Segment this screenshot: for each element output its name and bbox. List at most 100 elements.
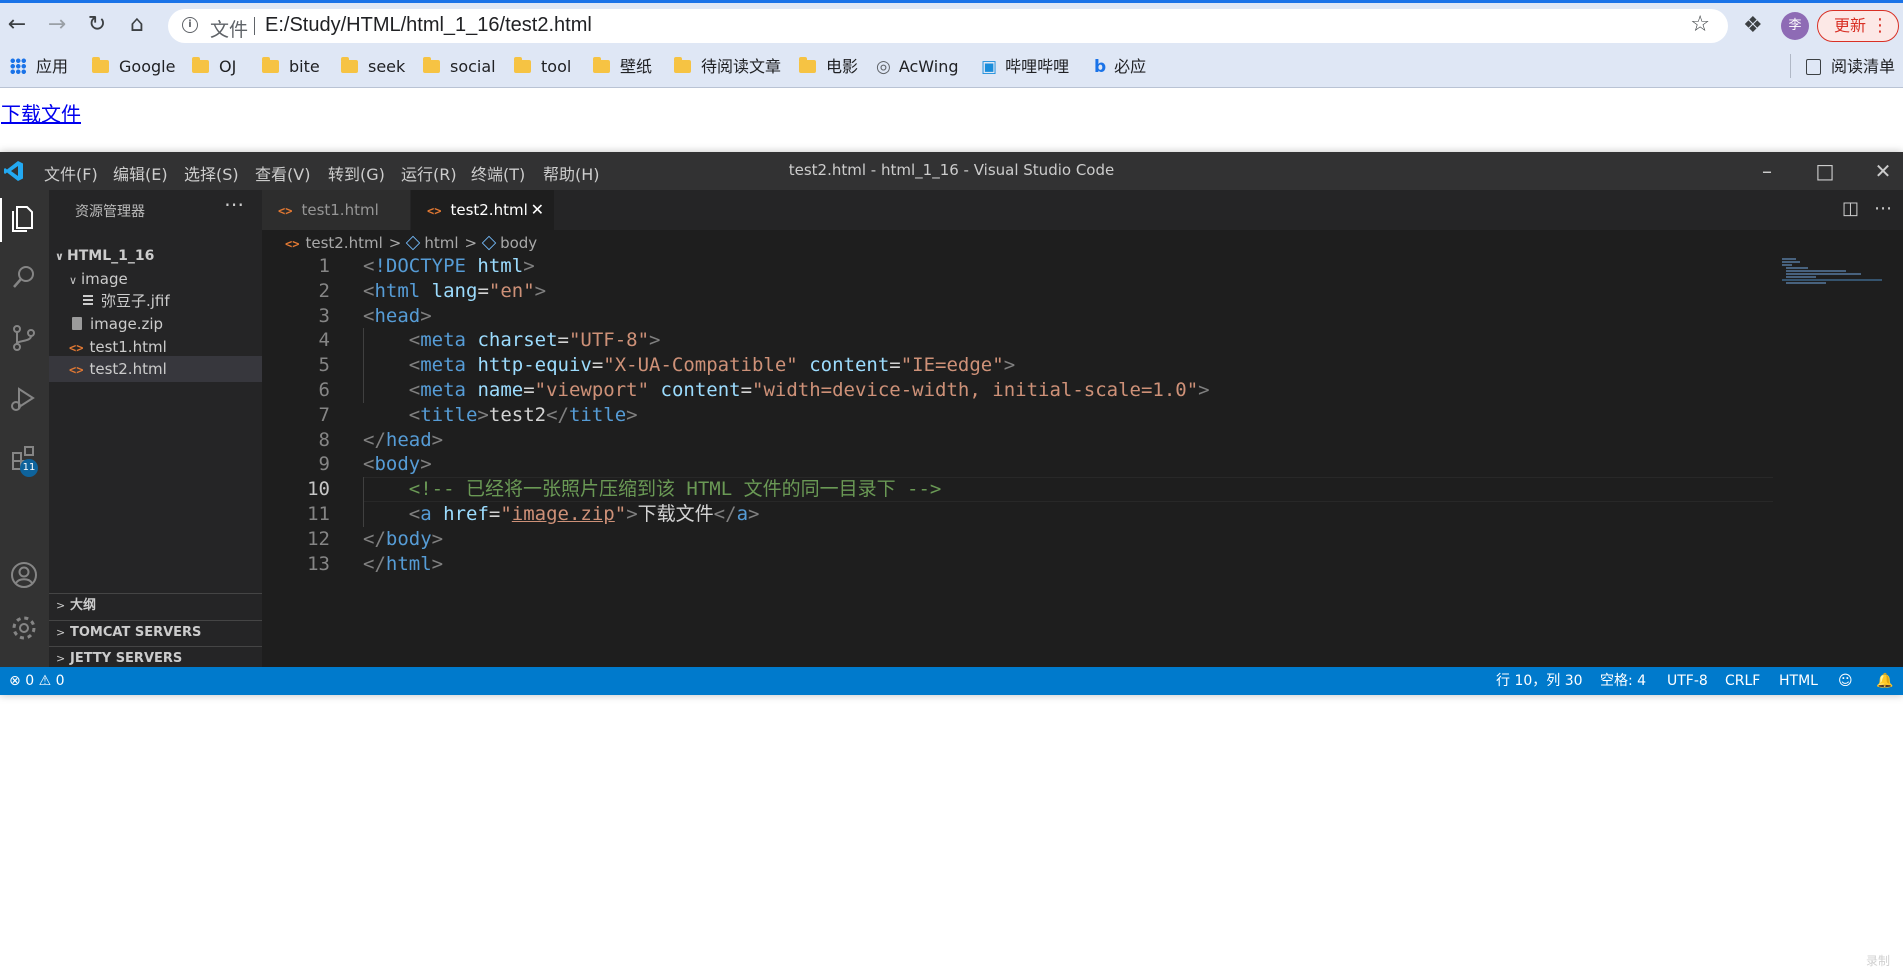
editor-more-icon[interactable]: ⋯ — [1874, 198, 1892, 219]
bookmark-label: tool — [541, 57, 572, 76]
menu-edit[interactable]: 编辑(E) — [113, 161, 168, 185]
problems-indicator[interactable]: ⊗ 0 ⚠ 0 — [9, 667, 65, 695]
site-info-icon[interactable]: i — [182, 17, 198, 33]
menu-terminal[interactable]: 终端(T) — [471, 161, 525, 185]
chevron-right-icon: > — [56, 599, 66, 612]
cursor-position[interactable]: 行 10，列 30 — [1496, 667, 1583, 695]
bookmark-wallpaper[interactable]: 壁纸 — [593, 54, 652, 80]
menu-go[interactable]: 转到(G) — [328, 161, 385, 185]
bookmark-google[interactable]: Google — [92, 54, 175, 80]
bookmark-seek[interactable]: seek — [341, 54, 405, 80]
download-file-link[interactable]: 下载文件 — [1, 98, 81, 127]
minimap[interactable] — [1782, 258, 1882, 288]
code-editor[interactable]: 1 <!DOCTYPE html> 2 <html lang="en"> 3 <hea… — [262, 254, 1903, 667]
explorer-title: 资源管理器 — [75, 204, 145, 220]
bookmark-label: seek — [368, 57, 406, 76]
profile-avatar[interactable]: 李 — [1781, 12, 1809, 40]
chevron-right-icon: > — [56, 626, 66, 639]
code-line: 1 <!DOCTYPE html> — [262, 254, 1762, 279]
menu-run[interactable]: 运行(R) — [401, 161, 457, 185]
home-icon[interactable]: ⌂ — [124, 12, 150, 38]
settings-gear-icon[interactable] — [6, 610, 42, 646]
update-button[interactable]: 更新 ⋮ — [1817, 10, 1899, 42]
reload-icon[interactable]: ↻ — [84, 12, 110, 38]
code-link-token[interactable]: image.zip — [512, 503, 615, 525]
line-number: 5 — [318, 354, 330, 376]
bookmark-apps[interactable]: 应用 — [10, 54, 68, 80]
section-jetty[interactable]: > JETTY SERVERS — [49, 646, 262, 667]
bookmark-oj[interactable]: OJ — [192, 54, 236, 80]
reading-list-button[interactable]: 阅读清单 — [1806, 54, 1895, 80]
accounts-icon[interactable] — [6, 557, 42, 593]
menu-selection[interactable]: 选择(S) — [184, 161, 239, 185]
folder-root-label: HTML_1_16 — [67, 248, 155, 264]
forward-arrow-icon[interactable]: → — [44, 12, 70, 38]
error-icon: ⊗ — [9, 673, 21, 689]
code-token: content — [809, 354, 890, 376]
code-line-current: 10 <!-- 已经将一张照片压缩到该 HTML 文件的同一目录下 --> — [262, 477, 1762, 502]
source-control-icon[interactable] — [6, 320, 42, 356]
code-token: !DOCTYPE — [374, 255, 466, 277]
more-actions-icon[interactable]: ⋯ — [224, 192, 245, 216]
line-number: 6 — [318, 379, 330, 401]
menu-help[interactable]: 帮助(H) — [543, 161, 600, 185]
line-endings[interactable]: CRLF — [1725, 667, 1760, 695]
split-editor-icon[interactable]: ◫ — [1842, 198, 1859, 219]
indentation[interactable]: 空格: 4 — [1600, 667, 1646, 695]
address-url[interactable]: E:/Study/HTML/html_1_16/test2.html — [265, 14, 592, 37]
code-token: lang — [431, 280, 478, 302]
feedback-icon[interactable]: ☺ — [1838, 667, 1853, 695]
bookmark-to-read[interactable]: 待阅读文章 — [674, 54, 781, 80]
tree-file-test2[interactable]: <> test2.html — [49, 356, 262, 382]
bookmark-bing[interactable]: b 必应 — [1094, 54, 1146, 80]
extensions-puzzle-icon[interactable]: ❖ — [1743, 13, 1763, 38]
code-token: body — [385, 528, 432, 550]
bookmark-bilibili[interactable]: ▣ 哔哩哔哩 — [981, 54, 1069, 80]
bookmark-bite[interactable]: bite — [262, 54, 320, 80]
section-outline[interactable]: > 大纲 — [49, 593, 262, 618]
encoding[interactable]: UTF-8 — [1667, 667, 1708, 695]
editor-scrollbar[interactable] — [1893, 254, 1903, 667]
bookmark-label: bite — [289, 57, 320, 76]
bookmark-star-icon[interactable]: ☆ — [1690, 12, 1710, 37]
code-token: "IE=edge" — [900, 354, 1004, 376]
minimize-icon[interactable]: – — [1752, 156, 1782, 186]
tab-test1[interactable]: <> test1.html — [262, 190, 410, 230]
close-window-icon[interactable]: ✕ — [1868, 156, 1898, 186]
code-token: " — [614, 503, 627, 525]
line-number: 7 — [318, 404, 330, 426]
tree-item-label: image.zip — [90, 315, 164, 333]
vscode-titlebar: 文件(F) 编辑(E) 选择(S) 查看(V) 转到(G) 运行(R) 终端(T… — [0, 152, 1903, 190]
status-bar: ⊗ 0 ⚠ 0 行 10，列 30 空格: 4 UTF-8 CRLF HTML … — [0, 667, 1903, 695]
bookmark-acwing[interactable]: ◎ AcWing — [876, 54, 959, 80]
bookmark-movies[interactable]: 电影 — [799, 54, 858, 80]
html-file-icon: <> — [69, 363, 84, 377]
maximize-icon[interactable]: □ — [1810, 156, 1840, 186]
code-token: html — [477, 255, 524, 277]
folder-icon — [92, 57, 109, 73]
search-icon[interactable] — [6, 260, 42, 296]
language-mode[interactable]: HTML — [1779, 667, 1818, 695]
tree-item-label: 弥豆子.jfif — [101, 292, 170, 310]
explorer-files-icon[interactable] — [6, 200, 42, 236]
address-bar[interactable]: i 文件 E:/Study/HTML/html_1_16/test2.html … — [168, 9, 1728, 43]
tab-close-icon[interactable]: ✕ — [531, 190, 544, 230]
back-arrow-icon[interactable]: ← — [4, 12, 30, 38]
tab-test2[interactable]: <> test2.html ✕ — [411, 190, 554, 230]
breadcrumb-body[interactable]: body — [500, 234, 537, 252]
breadcrumb-file[interactable]: test2.html — [305, 234, 382, 252]
code-token: "en" — [488, 280, 535, 302]
code-token: "X-UA-Compatible" — [603, 354, 798, 376]
run-debug-icon[interactable] — [6, 380, 42, 416]
error-count: 0 — [25, 673, 35, 689]
bookmark-label: OJ — [219, 57, 237, 76]
tree-item-label: image — [81, 270, 128, 288]
bookmark-tool[interactable]: tool — [514, 54, 571, 80]
breadcrumb-html[interactable]: html — [424, 234, 458, 252]
menu-file[interactable]: 文件(F) — [44, 161, 98, 185]
tab-label: test2.html — [450, 201, 528, 219]
bookmark-social[interactable]: social — [423, 54, 496, 80]
section-tomcat[interactable]: > TOMCAT SERVERS — [49, 620, 262, 645]
notifications-bell-icon[interactable]: 🔔 — [1876, 667, 1893, 695]
menu-view[interactable]: 查看(V) — [255, 161, 310, 185]
